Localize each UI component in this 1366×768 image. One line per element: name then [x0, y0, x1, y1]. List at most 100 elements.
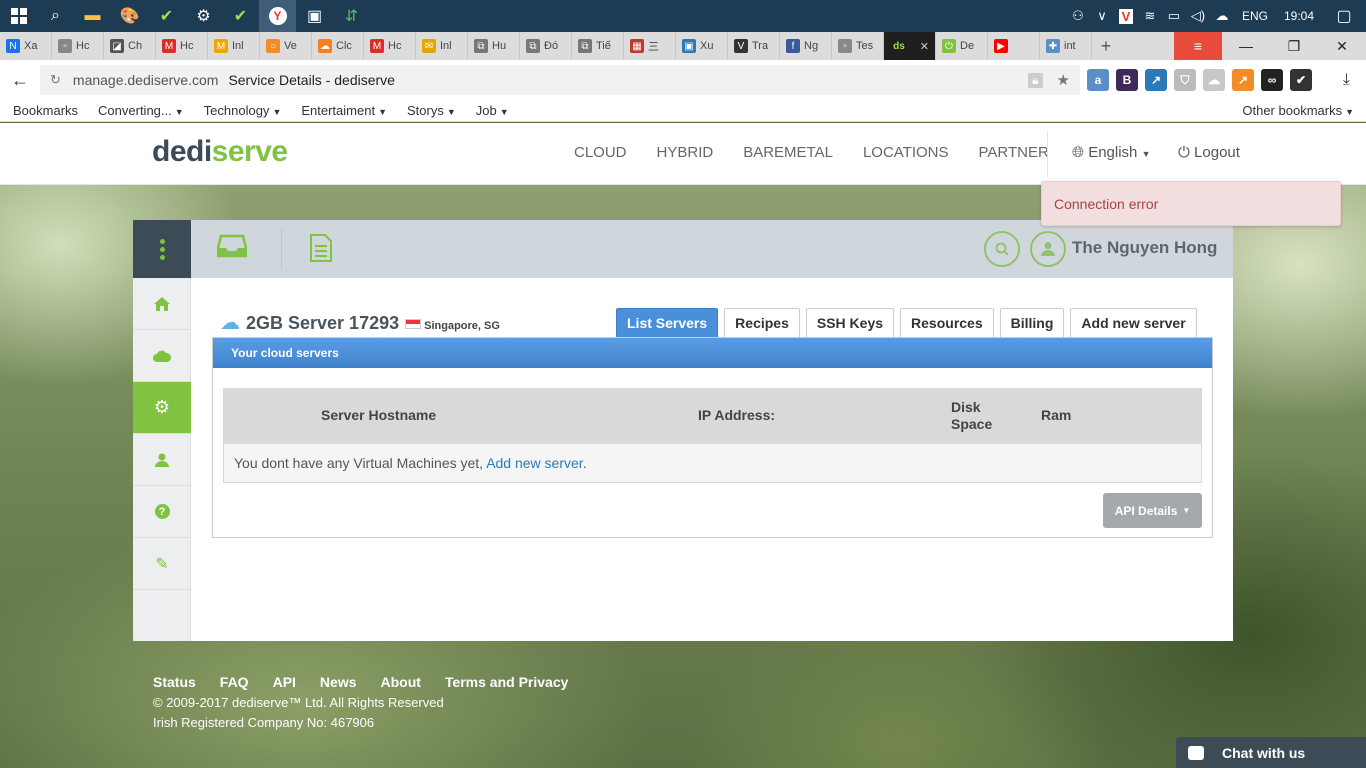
connection-error-toast[interactable]: Connection error: [1041, 181, 1341, 226]
nav-locations[interactable]: LOCATIONS: [863, 144, 949, 161]
battery-icon[interactable]: ▭: [1162, 8, 1186, 24]
sidebar-item-edit[interactable]: ✎: [133, 538, 191, 590]
bookmark-star-icon[interactable]: ★: [1057, 71, 1070, 89]
browser-tab[interactable]: f Ng: [780, 32, 832, 60]
restore-button[interactable]: ❐: [1270, 32, 1318, 60]
browser-tab[interactable]: ✉ Inl: [416, 32, 468, 60]
tab-billing[interactable]: Billing: [999, 308, 1065, 337]
browser-tab[interactable]: ○ Ve: [260, 32, 312, 60]
window-app-icon[interactable]: ▣: [296, 0, 333, 32]
footer-link-terms[interactable]: Terms and Privacy: [445, 674, 568, 690]
extension-trend-icon[interactable]: ↗: [1232, 69, 1254, 91]
browser-tab[interactable]: ⧉ Đó: [520, 32, 572, 60]
browser-tab[interactable]: ▫ Tes: [832, 32, 884, 60]
nav-cloud[interactable]: CLOUD: [574, 144, 627, 161]
avatar-icon[interactable]: [1030, 231, 1066, 267]
browser-tab[interactable]: ☁ Clc: [312, 32, 364, 60]
extension-check-icon[interactable]: ✔: [1290, 69, 1312, 91]
sidebar-item-home[interactable]: [133, 278, 191, 330]
api-details-button[interactable]: API Details ▼: [1103, 493, 1202, 528]
clock[interactable]: 19:04: [1276, 9, 1322, 23]
footer-link-news[interactable]: News: [320, 674, 357, 690]
bookmark-folder-storys[interactable]: Storys ▼: [394, 103, 463, 118]
dediserve-logo[interactable]: dediserve: [152, 135, 288, 169]
browser-tab[interactable]: V Tra: [728, 32, 780, 60]
omnibox[interactable]: ↻ manage.dediserve.com Service Details -…: [40, 65, 1080, 95]
footer-link-about[interactable]: About: [381, 674, 421, 690]
browser-tab[interactable]: ▶: [988, 32, 1040, 60]
nav-baremetal[interactable]: BAREMETAL: [743, 144, 833, 161]
menu-dots-button[interactable]: [133, 220, 191, 278]
footer-link-status[interactable]: Status: [153, 674, 196, 690]
vivaldi-tray-icon[interactable]: V: [1114, 8, 1138, 24]
browser-tab[interactable]: ▦ 三: [624, 32, 676, 60]
network-app-icon[interactable]: ⇵: [333, 0, 370, 32]
tab-list-servers[interactable]: List Servers: [616, 308, 719, 337]
browser-tab[interactable]: ▫ Hc: [52, 32, 104, 60]
checkmark-app-icon-2[interactable]: ✔: [222, 0, 259, 32]
footer-link-faq[interactable]: FAQ: [220, 674, 249, 690]
close-tab-icon[interactable]: ✕: [920, 40, 929, 53]
other-bookmarks[interactable]: Other bookmarks ▼: [1229, 103, 1366, 118]
browser-tab[interactable]: ⏻ De: [936, 32, 988, 60]
footer-link-api[interactable]: API: [273, 674, 296, 690]
settings-gear-icon[interactable]: ⚙: [185, 0, 222, 32]
extension-cloud-icon[interactable]: ☁: [1203, 69, 1225, 91]
browser-menu-button[interactable]: ≡: [1174, 32, 1222, 60]
browser-tab[interactable]: M Inl: [208, 32, 260, 60]
windows-start-icon[interactable]: [0, 0, 37, 32]
close-window-button[interactable]: ✕: [1318, 32, 1366, 60]
tab-recipes[interactable]: Recipes: [724, 308, 800, 337]
browser-tab[interactable]: M Hc: [364, 32, 416, 60]
search-icon[interactable]: [984, 231, 1020, 267]
chat-widget-button[interactable]: Chat with us: [1176, 737, 1366, 768]
chevron-up-icon[interactable]: ∨: [1090, 8, 1114, 24]
bookmark-item[interactable]: Bookmarks: [0, 103, 85, 118]
browser-tab[interactable]: ⧉ Hu: [468, 32, 520, 60]
yandex-browser-icon[interactable]: Y: [259, 0, 296, 32]
tab-ssh-keys[interactable]: SSH Keys: [805, 308, 895, 337]
paint-icon[interactable]: 🎨: [111, 0, 148, 32]
document-icon[interactable]: [309, 234, 339, 262]
logout-link[interactable]: ⏻ Logout: [1178, 144, 1240, 161]
lock-icon[interactable]: 🔒︎: [1028, 72, 1043, 88]
sidebar-item-settings[interactable]: ⚙: [133, 382, 191, 434]
nav-partner[interactable]: PARTNER: [979, 144, 1049, 161]
onedrive-icon[interactable]: ☁: [1210, 8, 1234, 24]
extension-chart-icon[interactable]: ↗: [1145, 69, 1167, 91]
nav-hybrid[interactable]: HYBRID: [657, 144, 714, 161]
user-name[interactable]: The Nguyen Hong: [1072, 238, 1217, 258]
extension-glasses-icon[interactable]: ∞: [1261, 69, 1283, 91]
tab-resources[interactable]: Resources: [900, 308, 994, 337]
file-explorer-icon[interactable]: ▬: [74, 0, 111, 32]
download-icon[interactable]: ⤓: [1343, 71, 1350, 89]
bookmark-folder-entertaiment[interactable]: Entertaiment ▼: [288, 103, 394, 118]
extension-translate-icon[interactable]: a: [1087, 69, 1109, 91]
language-dropdown[interactable]: 🌐︎ English ▼: [1072, 144, 1150, 161]
volume-icon[interactable]: ◁): [1186, 8, 1210, 24]
browser-tab[interactable]: ⧉ Tiế: [572, 32, 624, 60]
search-icon[interactable]: ⌕: [37, 0, 74, 32]
sidebar-item-help[interactable]: ?: [133, 486, 191, 538]
bookmark-folder-job[interactable]: Job ▼: [463, 103, 516, 118]
new-tab-button[interactable]: +: [1092, 32, 1120, 60]
people-icon[interactable]: ⚇: [1066, 8, 1090, 24]
reload-icon[interactable]: ↻: [50, 72, 61, 88]
add-new-server-link[interactable]: Add new server: [486, 455, 583, 471]
tab-add-new-server[interactable]: Add new server: [1070, 308, 1197, 337]
extension-b-icon[interactable]: B: [1116, 69, 1138, 91]
browser-tab[interactable]: ✚ int: [1040, 32, 1092, 60]
browser-tab[interactable]: ◪ Ch: [104, 32, 156, 60]
input-language[interactable]: ENG: [1234, 9, 1276, 23]
notification-icon[interactable]: ▢: [1322, 6, 1366, 26]
extension-shield-icon[interactable]: ⛉: [1174, 69, 1196, 91]
browser-tab[interactable]: M Hc: [156, 32, 208, 60]
wifi-icon[interactable]: ≋: [1138, 8, 1162, 24]
minimize-button[interactable]: —: [1222, 32, 1270, 60]
browser-tab[interactable]: N Xa: [0, 32, 52, 60]
bookmark-folder-technology[interactable]: Technology ▼: [191, 103, 289, 118]
checkmark-app-icon[interactable]: ✔: [148, 0, 185, 32]
back-arrow-icon[interactable]: ←: [0, 70, 40, 91]
bookmark-folder-converting[interactable]: Converting... ▼: [85, 103, 191, 118]
sidebar-item-cloud[interactable]: [133, 330, 191, 382]
